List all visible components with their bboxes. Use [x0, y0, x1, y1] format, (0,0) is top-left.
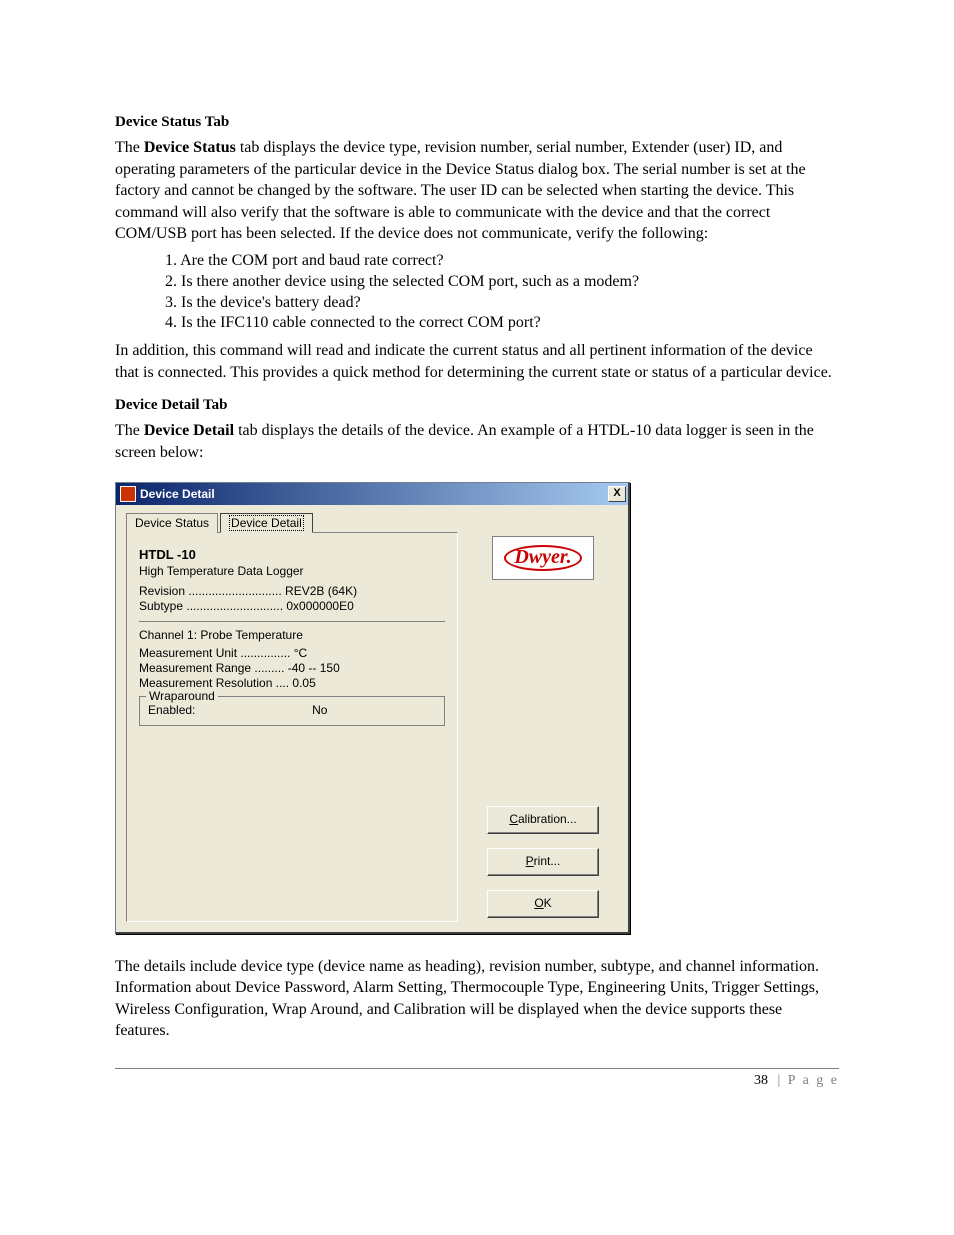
btn-text: alibration...	[518, 812, 577, 826]
window-title: Device Detail	[140, 487, 608, 501]
wraparound-legend: Wraparound	[146, 689, 218, 703]
divider	[139, 621, 445, 622]
subtype-line: Subtype ............................. 0x…	[139, 599, 445, 613]
close-button[interactable]: X	[608, 486, 626, 502]
brand-logo-text: Dwyer.	[504, 545, 581, 571]
page-footer: 38 | P a g e	[115, 1068, 839, 1089]
section-para-detail: The Device Detail tab displays the detai…	[115, 420, 839, 463]
list-item: 2. Is there another device using the sel…	[165, 272, 839, 293]
wraparound-label: Enabled:	[148, 703, 195, 717]
section-heading-detail: Device Detail Tab	[115, 397, 839, 414]
page-number: 38	[754, 1073, 768, 1088]
measurement-resolution: Measurement Resolution .... 0.05	[139, 676, 445, 690]
calibration-button[interactable]: Calibration...	[487, 806, 599, 834]
tab-device-status[interactable]: Device Status	[126, 513, 218, 533]
channel-heading: Channel 1: Probe Temperature	[139, 628, 445, 642]
btn-text: K	[544, 896, 552, 910]
device-detail-dialog: Device Detail X Device Status Device Det…	[115, 482, 630, 934]
section-heading-status: Device Status Tab	[115, 114, 839, 131]
text: The	[115, 422, 144, 439]
device-name: HTDL -10	[139, 547, 445, 562]
section-para-status-2: In addition, this command will read and …	[115, 340, 839, 383]
mnemonic: P	[526, 854, 534, 868]
list-item: 1. Are the COM port and baud rate correc…	[165, 251, 839, 272]
device-description: High Temperature Data Logger	[139, 564, 445, 578]
print-button[interactable]: Print...	[487, 848, 599, 876]
revision-line: Revision ............................ RE…	[139, 584, 445, 598]
measurement-range: Measurement Range ......... -40 -- 150	[139, 661, 445, 675]
wraparound-value: No	[312, 703, 327, 717]
text-strong: Device Status	[144, 139, 236, 156]
wraparound-group: Wraparound Enabled: No	[139, 696, 445, 726]
right-panel: Dwyer. Calibration... Print... OK	[458, 532, 618, 922]
list-item: 4. Is the IFC110 cable connected to the …	[165, 313, 839, 334]
titlebar[interactable]: Device Detail X	[116, 483, 628, 505]
mnemonic: C	[509, 812, 518, 826]
text-strong: Device Detail	[144, 422, 234, 439]
tab-strip: Device Status Device Detail	[126, 513, 618, 533]
tab-device-detail[interactable]: Device Detail	[220, 513, 313, 533]
btn-text: rint...	[534, 854, 561, 868]
troubleshoot-list: 1. Are the COM port and baud rate correc…	[165, 251, 839, 334]
app-icon	[120, 486, 136, 502]
page-label: | P a g e	[772, 1073, 839, 1088]
section-para-detail-2: The details include device type (device …	[115, 956, 839, 1042]
section-para-status: The Device Status tab displays the devic…	[115, 137, 839, 245]
mnemonic: O	[534, 896, 543, 910]
ok-button[interactable]: OK	[487, 890, 599, 918]
list-item: 3. Is the device's battery dead?	[165, 293, 839, 314]
tab-label: Device Status	[135, 516, 209, 530]
measurement-unit: Measurement Unit ............... °C	[139, 646, 445, 660]
tab-label: Device Detail	[229, 515, 304, 531]
brand-logo: Dwyer.	[492, 536, 594, 580]
detail-panel: HTDL -10 High Temperature Data Logger Re…	[126, 532, 458, 922]
text: The	[115, 139, 144, 156]
